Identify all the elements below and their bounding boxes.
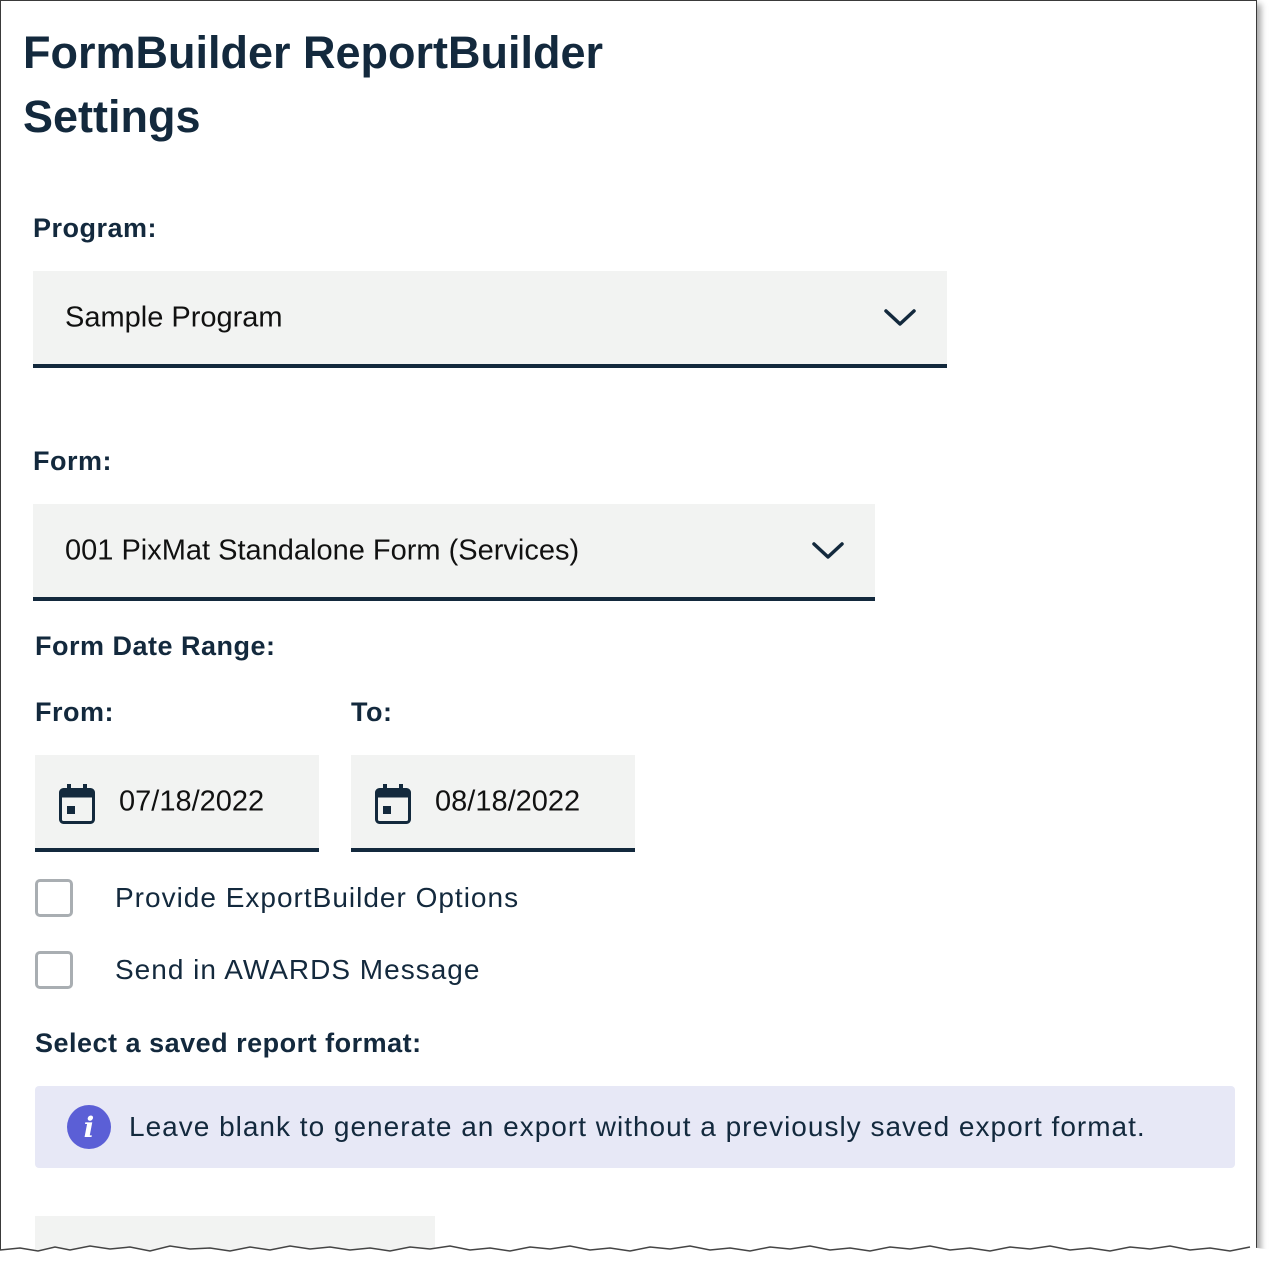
calendar-icon[interactable] [59, 784, 95, 824]
page-title-line2: Settings [23, 91, 201, 142]
form-select[interactable]: 001 PixMat Standalone Form (Services) [33, 504, 875, 601]
torn-edge [0, 1245, 1272, 1267]
from-date-value: 07/18/2022 [119, 785, 265, 817]
to-date-value: 08/18/2022 [435, 785, 581, 817]
to-date-input[interactable]: 08/18/2022 [351, 755, 635, 852]
to-label: To: [351, 697, 393, 727]
svg-text:i: i [84, 1111, 95, 1144]
page-title-line1: FormBuilder ReportBuilder [23, 27, 604, 78]
chevron-down-icon [884, 308, 916, 326]
page-title: FormBuilder ReportBuilder Settings [23, 21, 663, 149]
program-select-value: Sample Program [65, 301, 283, 333]
settings-panel: FormBuilder ReportBuilder Settings Progr… [0, 0, 1257, 1252]
program-select[interactable]: Sample Program [33, 271, 947, 368]
info-icon: i [67, 1105, 111, 1149]
awards-message-label: Send in AWARDS Message [115, 954, 481, 985]
calendar-icon[interactable] [375, 784, 411, 824]
awards-message-checkbox[interactable] [35, 951, 73, 989]
info-alert-text: Leave blank to generate an export withou… [129, 1111, 1146, 1142]
saved-format-label: Select a saved report format: [35, 1028, 422, 1058]
form-label: Form: [33, 446, 112, 476]
date-range-label: Form Date Range: [35, 631, 276, 661]
form-select-value: 001 PixMat Standalone Form (Services) [65, 534, 580, 566]
from-label: From: [35, 697, 114, 727]
program-label: Program: [33, 213, 158, 243]
export-options-checkbox[interactable] [35, 879, 73, 917]
chevron-down-icon [812, 541, 844, 559]
from-date-input[interactable]: 07/18/2022 [35, 755, 319, 852]
export-options-label: Provide ExportBuilder Options [115, 882, 520, 913]
info-alert: i Leave blank to generate an export with… [35, 1086, 1235, 1168]
